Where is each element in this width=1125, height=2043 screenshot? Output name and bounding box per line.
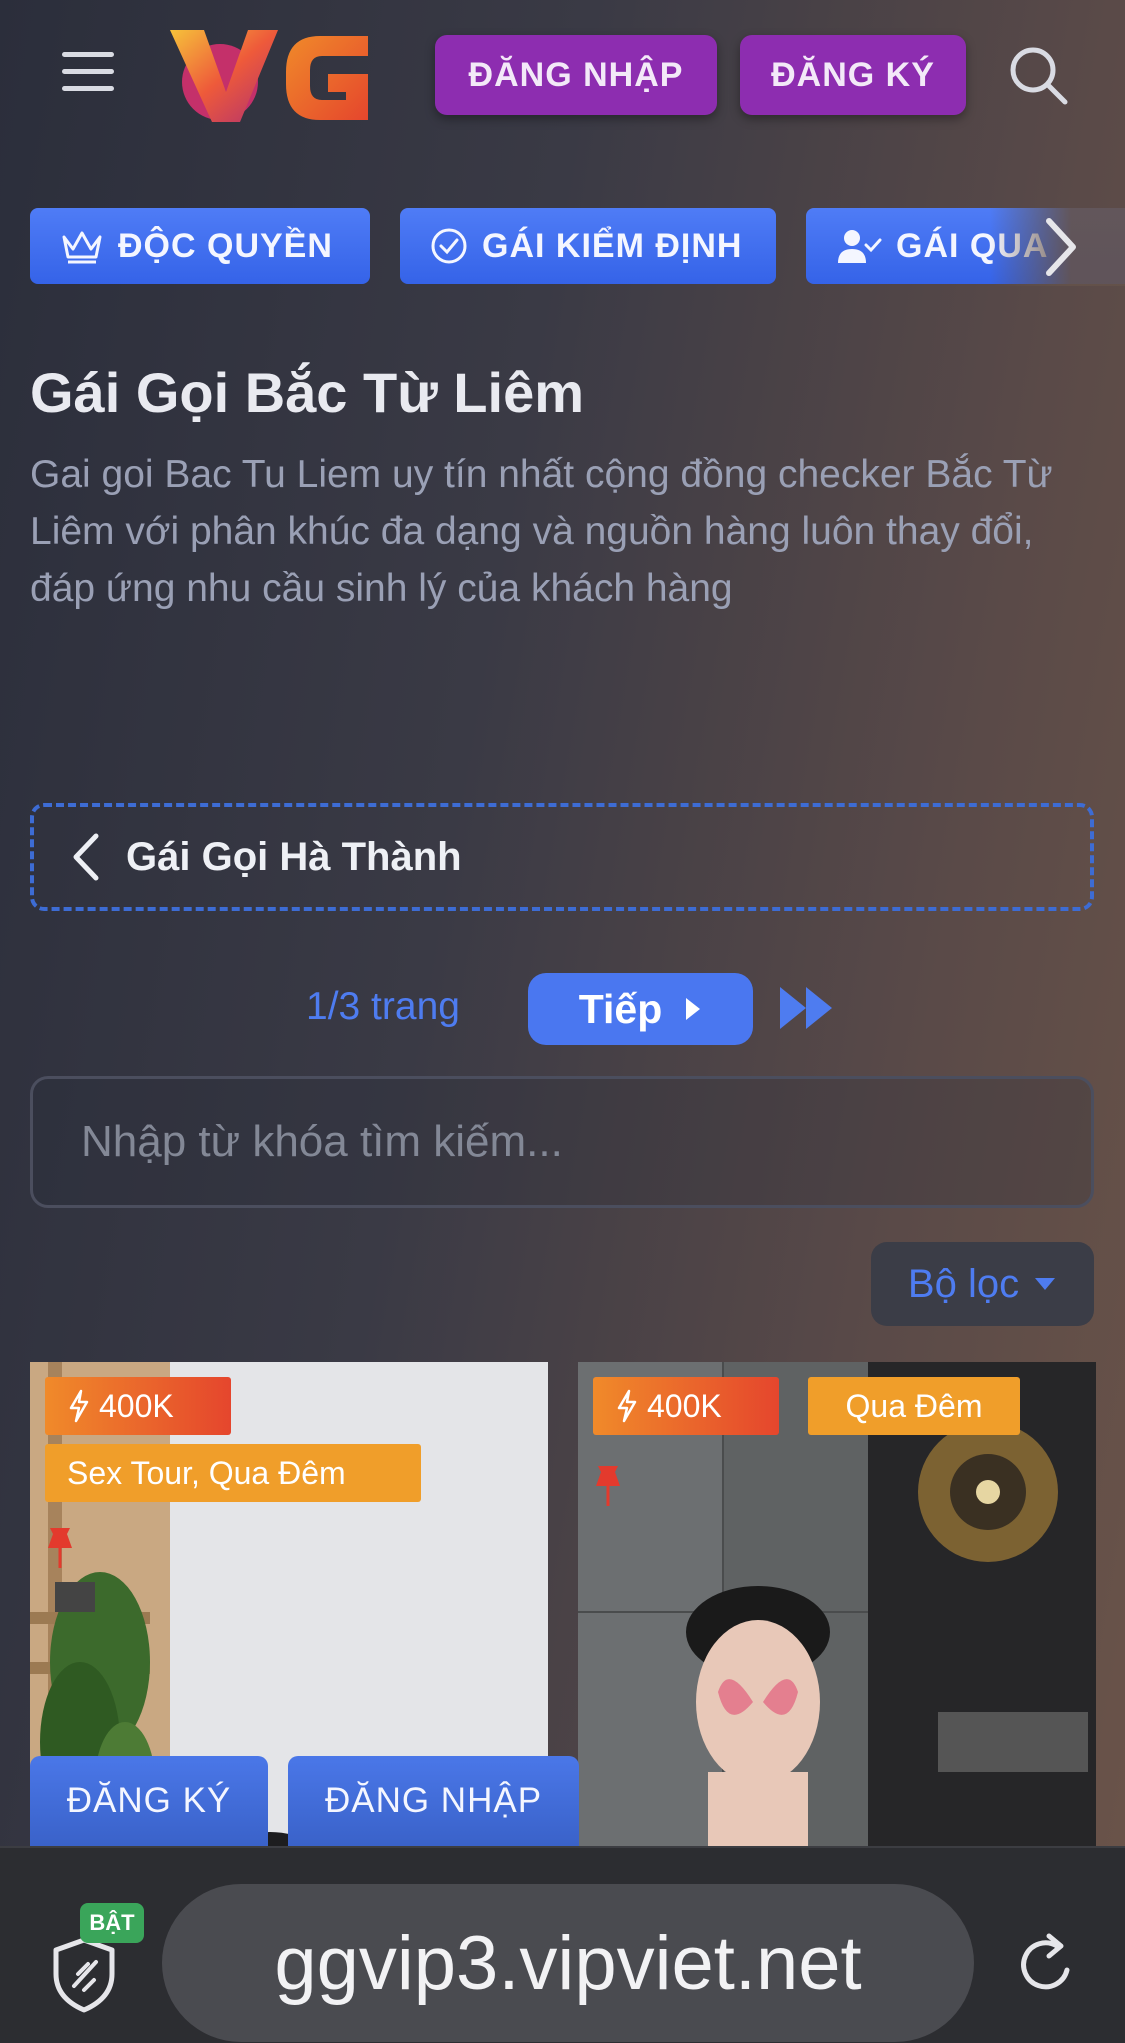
pin-icon (596, 1466, 620, 1506)
lightning-icon (617, 1389, 637, 1423)
sticky-login-button[interactable]: ĐĂNG NHẬP (288, 1756, 579, 1846)
address-bar[interactable]: ggvip3.vipviet.net (162, 1884, 974, 2042)
crown-icon (62, 231, 102, 264)
caret-down-icon (1035, 1278, 1056, 1290)
page-description: Gai goi Bac Tu Liem uy tín nhất cộng đồn… (30, 453, 1053, 610)
category-label: ĐỘC QUYỀN (118, 226, 333, 265)
card-photo (578, 1362, 1096, 1862)
service-tags-text: Sex Tour, Qua Đêm (67, 1454, 346, 1491)
shield-icon[interactable] (48, 1934, 120, 2014)
price-badge: 400K (593, 1377, 779, 1435)
price-value: 400K (647, 1387, 722, 1424)
next-page-label: Tiếp (578, 985, 663, 1032)
page-title: Gái Gọi Bắc Từ Liêm (30, 361, 585, 424)
parent-category-link[interactable]: Gái Gọi Hà Thành (30, 803, 1094, 911)
check-circle-icon (431, 228, 467, 264)
price-badge: 400K (45, 1377, 231, 1435)
search-input[interactable] (30, 1076, 1094, 1208)
user-check-icon (838, 230, 882, 263)
register-button[interactable]: ĐĂNG KÝ (740, 35, 966, 115)
price-value: 400K (99, 1387, 174, 1424)
listing-card[interactable]: 400K Qua Đêm (578, 1362, 1096, 1862)
chevron-left-icon (73, 833, 99, 881)
category-label: GÁI KIỂM ĐỊNH (482, 226, 743, 265)
category-verified[interactable]: GÁI KIỂM ĐỊNH (400, 208, 776, 284)
shield-status-badge: BẬT (80, 1903, 144, 1943)
category-tabs: ĐỘC QUYỀN GÁI KIỂM ĐỊNH GÁI QUA (0, 208, 1125, 286)
service-tags: Sex Tour, Qua Đêm (45, 1444, 421, 1502)
service-tags-text: Qua Đêm (845, 1387, 983, 1424)
lightning-icon (69, 1389, 89, 1423)
last-page-icon[interactable] (778, 983, 836, 1033)
parent-category-label: Gái Gọi Hà Thành (126, 834, 462, 879)
chevron-right-icon[interactable] (1035, 215, 1085, 279)
top-header: ĐĂNG NHẬP ĐĂNG KÝ (0, 0, 1125, 150)
sticky-register-button[interactable]: ĐĂNG KÝ (30, 1756, 268, 1846)
search-icon[interactable] (1003, 40, 1073, 110)
hamburger-menu-icon[interactable] (62, 52, 114, 96)
filter-dropdown[interactable]: Bộ lọc (871, 1242, 1094, 1326)
category-exclusive[interactable]: ĐỘC QUYỀN (30, 208, 370, 284)
page-indicator: 1/3 trang (306, 985, 460, 1028)
next-page-button[interactable]: Tiếp (528, 973, 753, 1045)
site-logo[interactable] (168, 22, 378, 126)
pin-icon (48, 1528, 72, 1568)
service-tags: Qua Đêm (808, 1377, 1020, 1435)
login-button[interactable]: ĐĂNG NHẬP (435, 35, 717, 115)
filter-label: Bộ lọc (907, 1261, 1020, 1306)
caret-right-icon (686, 998, 701, 1020)
reload-icon[interactable] (1015, 1930, 1077, 1998)
